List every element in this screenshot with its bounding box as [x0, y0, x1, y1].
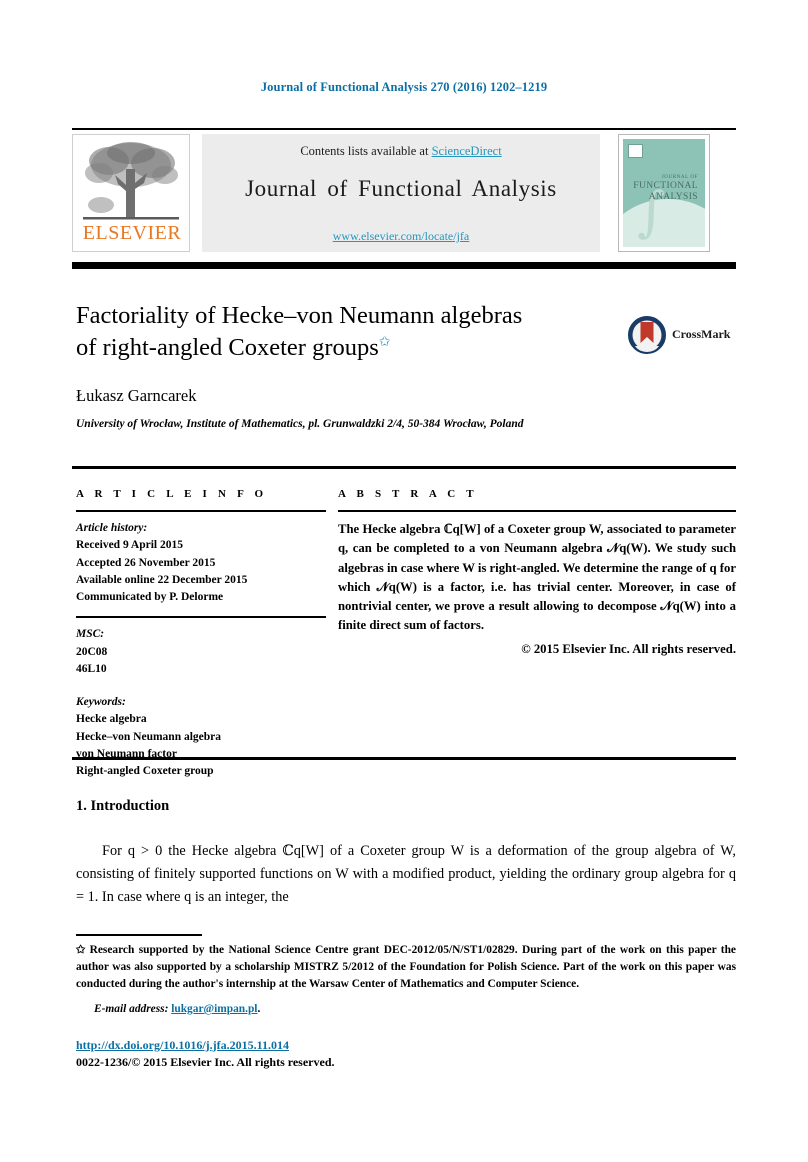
abstract-heading: A B S T R A C T: [338, 488, 478, 500]
crossmark-label: CrossMark: [672, 327, 731, 341]
contents-box: Contents lists available at ScienceDirec…: [202, 134, 600, 252]
abstract-copyright: © 2015 Elsevier Inc. All rights reserved…: [521, 641, 736, 656]
history-available-online: Available online 22 December 2015: [76, 573, 248, 586]
doi-link[interactable]: http://dx.doi.org/10.1016/j.jfa.2015.11.…: [76, 1038, 289, 1053]
journal-cover-thumbnail[interactable]: ∫ JOURNAL OF FUNCTIONAL ANALYSIS: [618, 134, 710, 252]
masthead-bottom-rule: [72, 262, 736, 269]
title-block: Factoriality of Hecke–von Neumann algebr…: [76, 300, 596, 365]
section-heading-introduction: 1. Introduction: [76, 798, 170, 814]
footnote-rule: [76, 934, 202, 936]
email-label: E-mail address:: [94, 1003, 169, 1015]
keyword-item: Right-angled Coxeter group: [76, 765, 214, 777]
abstract-text: The Hecke algebra ℂq[W] of a Coxeter gro…: [338, 520, 736, 636]
msc-group: MSC: 20C08 46L10: [76, 626, 326, 678]
msc-divider-rule: [76, 616, 326, 619]
footnote-marker-icon: ✩: [76, 944, 86, 956]
journal-homepage-link[interactable]: www.elsevier.com/locate/jfa: [202, 229, 600, 244]
info-section-top-rule: [72, 466, 736, 469]
issn-copyright-line: 0022-1236/© 2015 Elsevier Inc. All right…: [76, 1055, 335, 1069]
article-title-line1: Factoriality of Hecke–von Neumann algebr…: [76, 302, 523, 329]
page-title: Factoriality of Hecke–von Neumann algebr…: [76, 300, 596, 365]
article-history-group: Article history: Received 9 April 2015 A…: [76, 520, 326, 606]
article-first-page: Journal of Functional Analysis 270 (2016…: [0, 0, 808, 1162]
cover-title-line3: ANALYSIS: [648, 192, 698, 203]
journal-title: Journal of Functional Analysis: [245, 176, 557, 201]
article-info-heading: A R T I C L E I N F O: [76, 488, 268, 500]
keyword-item: von Neumann factor: [76, 747, 177, 760]
elsevier-tree-icon: [83, 142, 179, 220]
email-line: E-mail address: lukgar@impan.pl.: [76, 1003, 736, 1015]
masthead-top-rule: [72, 128, 736, 130]
msc-code-2: 46L10: [76, 662, 107, 675]
running-head: Journal of Functional Analysis 270 (2016…: [260, 80, 548, 94]
cover-title-line2: FUNCTIONAL: [633, 180, 698, 191]
cover-elsevier-mark-icon: [628, 144, 643, 158]
keywords-label: Keywords:: [76, 696, 126, 708]
crossmark-icon[interactable]: [628, 316, 666, 354]
info-section-bottom-rule: [72, 757, 736, 760]
elsevier-logo: ELSEVIER: [72, 134, 190, 252]
crossmark-badge[interactable]: CrossMark: [628, 316, 736, 354]
email-period: .: [257, 1003, 261, 1015]
msc-code-1: 20C08: [76, 645, 108, 658]
email-link[interactable]: lukgar@impan.pl: [171, 1003, 257, 1015]
journal-masthead: ELSEVIER Contents lists available at Sci…: [72, 128, 736, 252]
history-accepted: Accepted 26 November 2015: [76, 556, 216, 569]
title-footnote-marker-icon[interactable]: ✩: [379, 335, 391, 350]
abstract-body: The Hecke algebra ℂq[W] of a Coxeter gro…: [338, 522, 736, 633]
abstract-column: A B S T R A C T The Hecke algebra ℂq[W] …: [338, 488, 736, 659]
keywords-group: Keywords: Hecke algebra Hecke–von Neuman…: [76, 694, 326, 780]
article-info-rule: [76, 510, 326, 512]
cover-title-text: JOURNAL OF FUNCTIONAL ANALYSIS: [633, 175, 698, 203]
article-history-label: Article history:: [76, 522, 148, 534]
author-name: Łukasz Garncarek: [76, 386, 197, 405]
funding-footnote: ✩ Research supported by the National Sci…: [76, 942, 736, 993]
author-affiliation: University of Wrocław, Institute of Math…: [76, 418, 524, 430]
footnote-text: Research supported by the National Scien…: [76, 944, 736, 990]
keyword-item: Hecke–von Neumann algebra: [76, 730, 222, 743]
cover-artwork: ∫ JOURNAL OF FUNCTIONAL ANALYSIS: [623, 139, 705, 247]
history-communicated-by: Communicated by P. Delorme: [76, 591, 224, 603]
keyword-item: Hecke algebra: [76, 713, 147, 726]
sciencedirect-link[interactable]: ScienceDirect: [432, 144, 502, 158]
abstract-rule: [338, 510, 736, 512]
elsevier-wordmark: ELSEVIER: [82, 222, 182, 244]
contents-prefix-text: Contents lists available at: [300, 144, 432, 158]
article-info-column: A R T I C L E I N F O Article history: R…: [76, 488, 326, 780]
article-title-line2: of right-angled Coxeter groups: [76, 334, 379, 362]
history-received: Received 9 April 2015: [76, 539, 183, 552]
introduction-paragraph: For q > 0 the Hecke algebra ℂq[W] of a C…: [76, 843, 736, 906]
msc-label: MSC:: [76, 628, 105, 641]
contents-available-line: Contents lists available at ScienceDirec…: [202, 144, 600, 159]
